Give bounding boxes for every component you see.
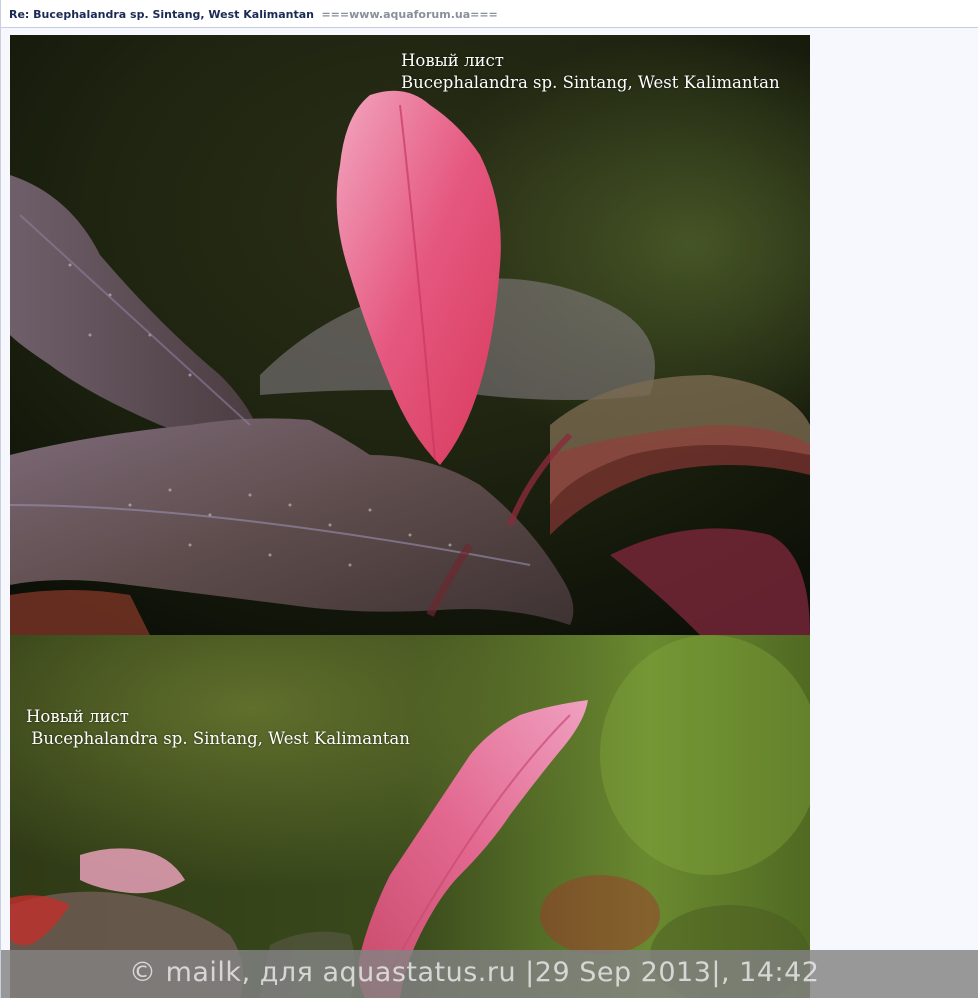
- forum-watermark-text: ===www.aquaforum.ua===: [321, 8, 498, 21]
- forum-post-page: Re: Bucephalandra sp. Sintang, West Kali…: [0, 0, 978, 998]
- post-subject[interactable]: Re: Bucephalandra sp. Sintang, West Kali…: [9, 8, 314, 21]
- photo-1-caption-line1: Новый лист: [401, 51, 504, 70]
- photo-2-caption: Новый лист Bucephalandra sp. Sintang, We…: [26, 706, 410, 750]
- photo-2-image: [10, 635, 810, 998]
- post-title-bar: Re: Bucephalandra sp. Sintang, West Kali…: [1, 0, 978, 28]
- photo-1-caption: Новый лист Bucephalandra sp. Sintang, We…: [401, 50, 780, 94]
- post-photo-2[interactable]: [10, 635, 810, 998]
- watermark-text: © mailk, для aquastatus.ru |29 Sep 2013|…: [129, 957, 820, 988]
- photo-2-caption-line2: Bucephalandra sp. Sintang, West Kalimant…: [26, 729, 410, 748]
- photo-2-caption-line1: Новый лист: [26, 707, 129, 726]
- photo-1-caption-line2: Bucephalandra sp. Sintang, West Kalimant…: [401, 73, 780, 92]
- post-photo-1[interactable]: [10, 35, 810, 635]
- photo-1-image: [10, 35, 810, 635]
